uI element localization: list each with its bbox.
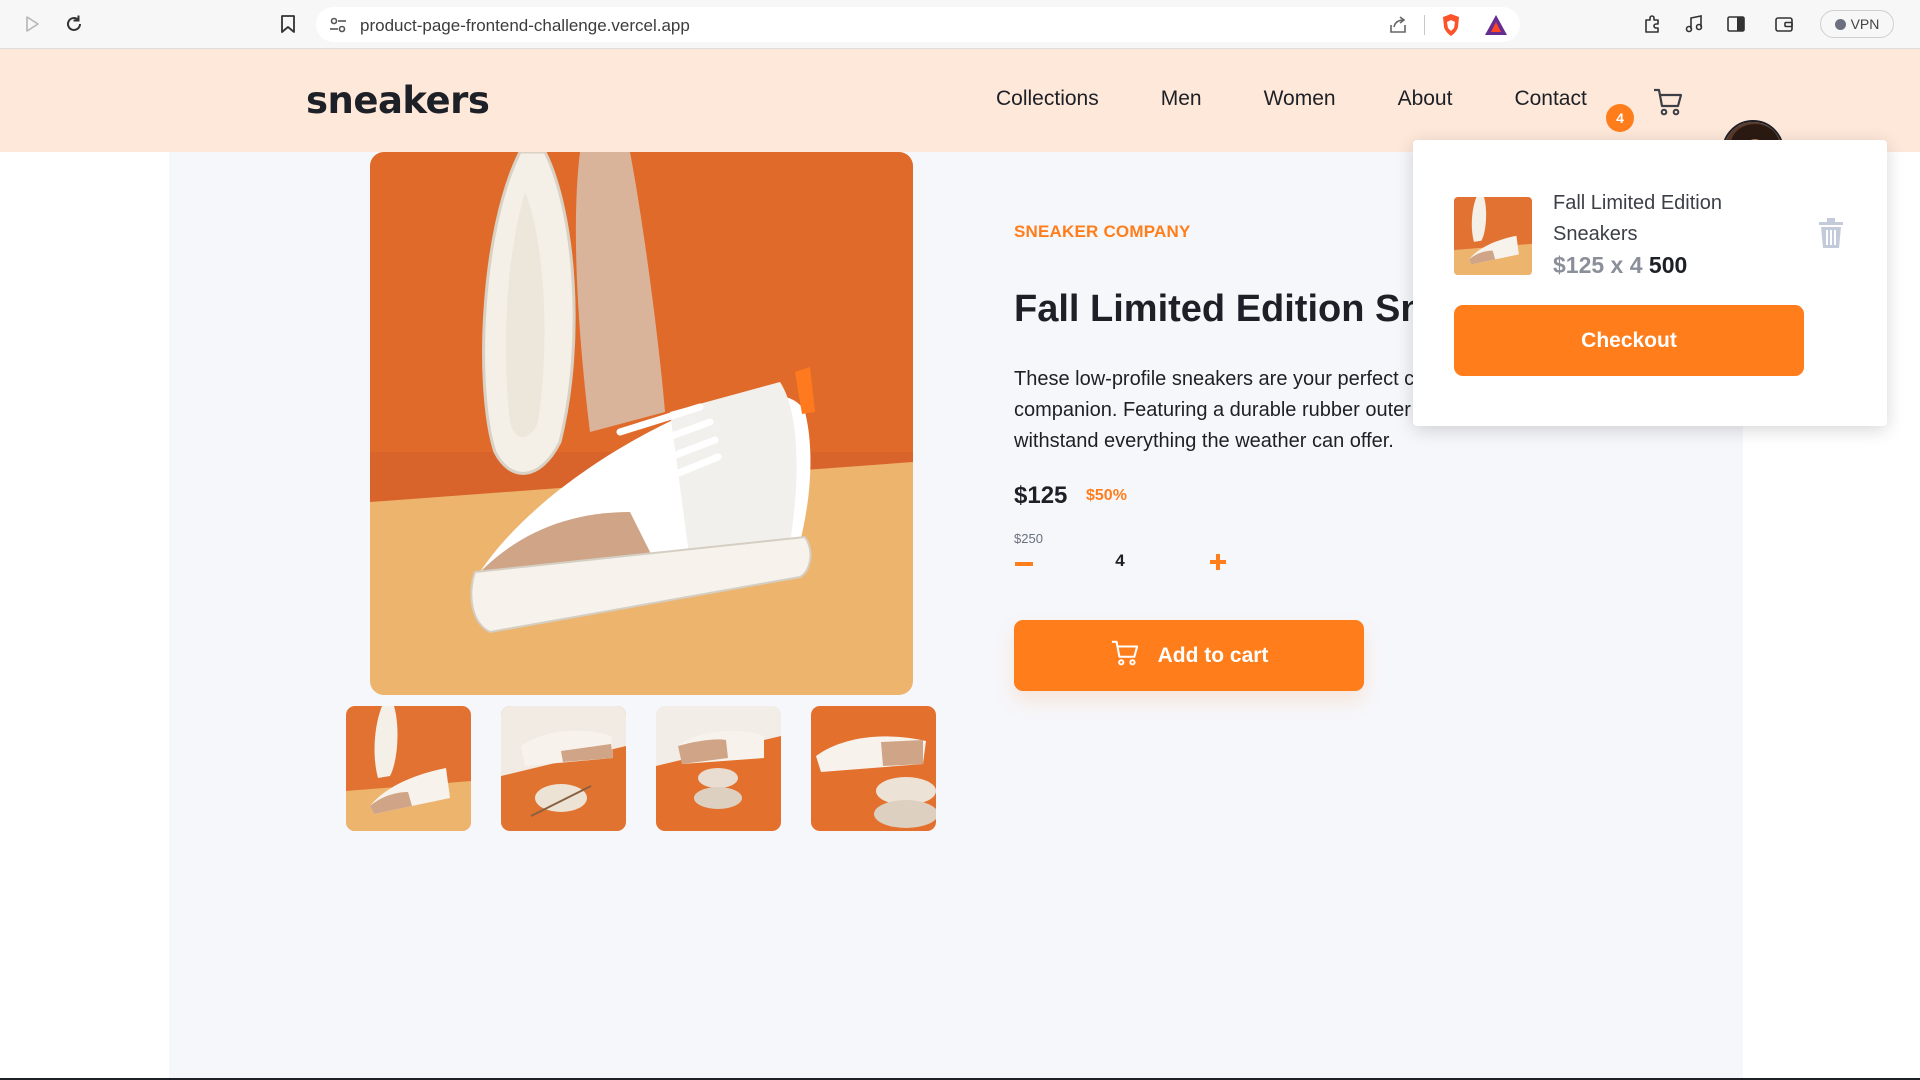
- product-brand: SNEAKER COMPANY: [1014, 222, 1191, 241]
- product-title: Fall Limited Edition Sneakers: [1014, 288, 1414, 330]
- cart-item-thumbnail: [1454, 197, 1532, 275]
- site-header: sneakers Collections Men Women About Con…: [0, 49, 1920, 182]
- brave-rewards-icon[interactable]: [1484, 14, 1508, 41]
- play-icon[interactable]: [20, 12, 44, 36]
- cart-item-price-line: $125 x 4: [1553, 252, 1643, 278]
- product-main-image[interactable]: [370, 152, 913, 695]
- add-to-cart-button[interactable]: Add to cart: [1014, 620, 1364, 691]
- quantity-value: 4: [1115, 551, 1125, 570]
- cart-item-total: 500: [1648, 252, 1688, 278]
- nav-link-about[interactable]: About: [1398, 87, 1453, 111]
- main-nav: Collections Men Women About Contact: [996, 87, 1587, 111]
- cart-dropdown: Fall Limited Edition Sneakers $125 x 4 5…: [1413, 140, 1887, 426]
- thumbnail-3[interactable]: [656, 706, 781, 831]
- url-text[interactable]: product-page-frontend-challenge.vercel.a…: [360, 16, 690, 36]
- description-line: companion. Featuring a durable rubber ou…: [1014, 399, 1434, 421]
- thumbnail-1[interactable]: [346, 706, 471, 831]
- brave-shield-icon[interactable]: [1440, 13, 1462, 42]
- media-icon[interactable]: [1682, 12, 1706, 36]
- trash-icon[interactable]: [1817, 217, 1845, 249]
- product-description: These low-profile sneakers are your perf…: [1014, 364, 1434, 460]
- vpn-label: VPN: [1850, 16, 1880, 32]
- nav-link-men[interactable]: Men: [1161, 87, 1202, 111]
- description-line: withstand everything the weather can off…: [1014, 430, 1394, 452]
- cart-icon: [1110, 639, 1140, 673]
- browser-toolbar: product-page-frontend-challenge.vercel.a…: [0, 0, 1920, 49]
- sidebar-icon[interactable]: [1724, 12, 1748, 36]
- share-icon[interactable]: [1388, 15, 1408, 40]
- checkout-button[interactable]: Checkout: [1454, 305, 1804, 376]
- nav-link-collections[interactable]: Collections: [996, 87, 1099, 111]
- extensions-icon[interactable]: [1640, 12, 1664, 36]
- vpn-button[interactable]: VPN: [1820, 10, 1894, 38]
- plus-icon[interactable]: [1206, 550, 1230, 574]
- original-price: $250: [1014, 531, 1043, 546]
- vpn-status-icon: [1834, 18, 1846, 30]
- reload-icon[interactable]: [62, 12, 86, 36]
- toolbar-divider: [1424, 15, 1425, 35]
- thumbnail-2[interactable]: [501, 706, 626, 831]
- logo[interactable]: sneakers: [306, 79, 490, 122]
- discount-badge: $50%: [1086, 487, 1127, 504]
- site-settings-icon[interactable]: [328, 15, 348, 40]
- wallet-icon[interactable]: [1772, 12, 1796, 36]
- cart-count-badge: 4: [1606, 104, 1634, 132]
- address-bar[interactable]: product-page-frontend-challenge.vercel.a…: [316, 7, 1520, 42]
- bookmark-icon[interactable]: [276, 12, 300, 36]
- thumbnail-strip: [346, 706, 936, 831]
- cart-icon[interactable]: [1652, 87, 1684, 117]
- thumbnail-4[interactable]: [811, 706, 936, 831]
- minus-icon[interactable]: [1012, 552, 1036, 576]
- nav-link-contact[interactable]: Contact: [1514, 87, 1586, 111]
- cart-item-price: $125 x 4 500: [1553, 252, 1687, 279]
- description-line: These low-profile sneakers are your perf…: [1014, 368, 1434, 390]
- nav-link-women[interactable]: Women: [1264, 87, 1336, 111]
- cart-item-name: Fall Limited Edition Sneakers: [1553, 192, 1722, 245]
- product-price: $125: [1014, 482, 1068, 509]
- add-to-cart-label: Add to cart: [1157, 643, 1269, 667]
